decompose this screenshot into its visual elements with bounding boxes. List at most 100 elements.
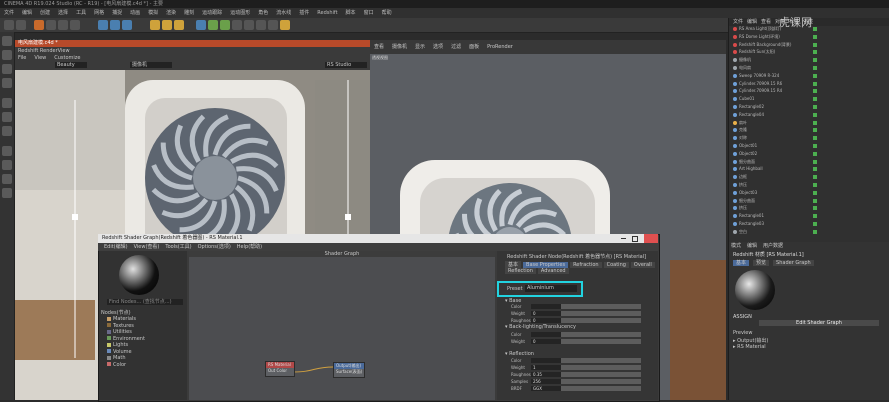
spline-icon[interactable] [208, 20, 218, 30]
array-icon[interactable] [232, 20, 242, 30]
preset-select[interactable]: Aluminium [525, 285, 577, 292]
sculpt-icon[interactable] [2, 188, 12, 198]
subdivision-icon[interactable] [220, 20, 230, 30]
make-editable-icon[interactable] [2, 36, 12, 46]
snap-icon[interactable] [2, 160, 12, 170]
scene-tree-item[interactable]: 挤压 [729, 205, 889, 211]
scene-tree-item[interactable]: 对称 [729, 135, 889, 141]
visibility-check-icon[interactable] [813, 112, 817, 117]
move-tool-icon[interactable] [34, 20, 44, 30]
visibility-check-icon[interactable] [813, 128, 817, 133]
props-tab[interactable]: Reflection [505, 268, 536, 274]
menu-item[interactable]: 帮助 [382, 8, 392, 18]
viewport-menu-item[interactable]: ProRender [487, 44, 513, 50]
menu-item[interactable]: 文件 [4, 8, 14, 18]
visibility-check-icon[interactable] [813, 183, 817, 187]
scene-tree-item[interactable]: Redshift Sun(太阳) [729, 49, 889, 55]
property-value-field[interactable]: 256 [531, 379, 561, 384]
render-icon[interactable] [162, 20, 172, 30]
visibility-check-icon[interactable] [813, 34, 817, 39]
scene-tree-item[interactable]: Rectangle02 [729, 104, 889, 110]
visibility-check-icon[interactable] [813, 27, 817, 31]
scene-tree-item[interactable]: Rectangle01 [729, 213, 889, 219]
scene-tree-item[interactable]: Cylinder.70909.15 R6 [729, 81, 889, 87]
scene-tree-item[interactable]: Object02 [729, 151, 889, 157]
model-mode-icon[interactable] [2, 50, 12, 60]
menu-item[interactable]: 选择 [58, 8, 68, 18]
scene-tree-item[interactable]: 电风扇 [729, 65, 889, 71]
property-value-field[interactable]: 0 [531, 311, 561, 316]
viewport-menu-item[interactable]: 选项 [433, 43, 443, 50]
scene-tree-item[interactable]: Cube01 [729, 96, 889, 102]
node-category-item[interactable]: Color [107, 362, 145, 369]
object-manager-menu-item[interactable]: 查看 [761, 19, 771, 25]
points-mode-icon[interactable] [2, 98, 12, 108]
visibility-check-icon[interactable] [813, 198, 817, 203]
object-manager-menu-item[interactable]: 文件 [733, 19, 743, 25]
property-value-field[interactable] [531, 358, 561, 363]
property-value-field[interactable]: 0 [531, 339, 561, 344]
output-section[interactable]: ▸ Output(输出) [733, 337, 768, 344]
attribute-menu-item[interactable]: 编辑 [747, 243, 757, 249]
scene-tree-item[interactable]: RS Area Light(顶部灯) [729, 26, 889, 32]
menu-item[interactable]: 捕捉 [112, 8, 122, 18]
visibility-check-icon[interactable] [813, 105, 817, 109]
scene-tree-item[interactable]: Rectangle03 [729, 221, 889, 227]
scene-tree-item[interactable]: 挤压 [729, 182, 889, 188]
move-icon[interactable] [46, 20, 56, 30]
render-view-icon[interactable] [150, 20, 160, 30]
property-value-field[interactable]: 0 [531, 318, 561, 323]
menu-item[interactable]: 雕刻 [184, 8, 194, 18]
attribute-menu-item[interactable]: 模式 [731, 243, 741, 249]
scene-tree-item[interactable]: 扇叶 [729, 120, 889, 126]
visibility-check-icon[interactable] [813, 89, 817, 94]
property-slider[interactable] [561, 358, 641, 363]
visibility-check-icon[interactable] [813, 229, 817, 234]
visibility-check-icon[interactable] [813, 42, 817, 47]
visibility-check-icon[interactable] [813, 136, 817, 141]
render-view-menu-item[interactable]: View [34, 55, 46, 61]
shader-menu-item[interactable]: Tools(工具) [165, 244, 191, 250]
property-slider[interactable] [561, 304, 641, 309]
visibility-check-icon[interactable] [813, 222, 817, 226]
menu-item[interactable]: 运动跟踪 [202, 8, 222, 18]
menu-item[interactable]: 脚本 [346, 8, 356, 18]
property-value-field[interactable] [531, 332, 561, 337]
attribute-tab[interactable]: 预览 [753, 260, 770, 266]
undo-icon[interactable] [4, 20, 14, 30]
edit-shader-graph-button[interactable]: Edit Shader Graph [759, 320, 879, 326]
attribute-menu-item[interactable]: 用户数据 [763, 243, 783, 249]
visibility-check-icon[interactable] [813, 97, 817, 102]
attribute-tab[interactable]: 基本 [733, 260, 750, 266]
visibility-check-icon[interactable] [813, 190, 817, 195]
close-icon[interactable] [644, 234, 658, 243]
props-tab[interactable]: Refraction [570, 262, 602, 268]
scene-tree-item[interactable]: 克隆 [729, 127, 889, 133]
scene-tree-item[interactable]: 空白 [729, 229, 889, 235]
viewport-menu-item[interactable]: 摄像机 [392, 43, 407, 50]
property-slider[interactable] [561, 365, 641, 370]
find-nodes-input[interactable]: Find Nodes... (查找节点...) [107, 299, 183, 305]
visibility-check-icon[interactable] [813, 175, 817, 180]
camera-select[interactable]: 摄像机 [130, 62, 172, 68]
minimize-icon[interactable] [621, 238, 626, 239]
lock-icon[interactable] [2, 174, 12, 184]
property-value-field[interactable]: 1 [531, 365, 561, 370]
props-tab[interactable]: 基本 [505, 261, 522, 268]
property-value-field[interactable]: GGX [531, 386, 561, 391]
menu-item[interactable]: 模拟 [148, 8, 158, 18]
scene-tree-item[interactable]: Sweep 70909 R-324 [729, 73, 889, 79]
menu-item[interactable]: 流水线 [276, 8, 291, 18]
shader-menu-item[interactable]: Options(选项) [198, 244, 231, 250]
backlighting-section[interactable]: ▾ Back-lighting/Translucency [505, 324, 576, 330]
menu-item[interactable]: Redshift [317, 8, 337, 18]
menu-item[interactable]: 插件 [299, 8, 309, 18]
viewport-menu-item[interactable]: 面板 [469, 43, 479, 50]
visibility-check-icon[interactable] [813, 206, 817, 211]
scene-tree-item[interactable]: Art Highball [729, 166, 889, 172]
rs-material-node[interactable]: RS Material Out Color [265, 361, 295, 377]
visibility-check-icon[interactable] [813, 159, 817, 164]
property-slider[interactable] [561, 311, 641, 316]
visibility-check-icon[interactable] [813, 144, 817, 148]
menu-item[interactable]: 动画 [130, 8, 140, 18]
